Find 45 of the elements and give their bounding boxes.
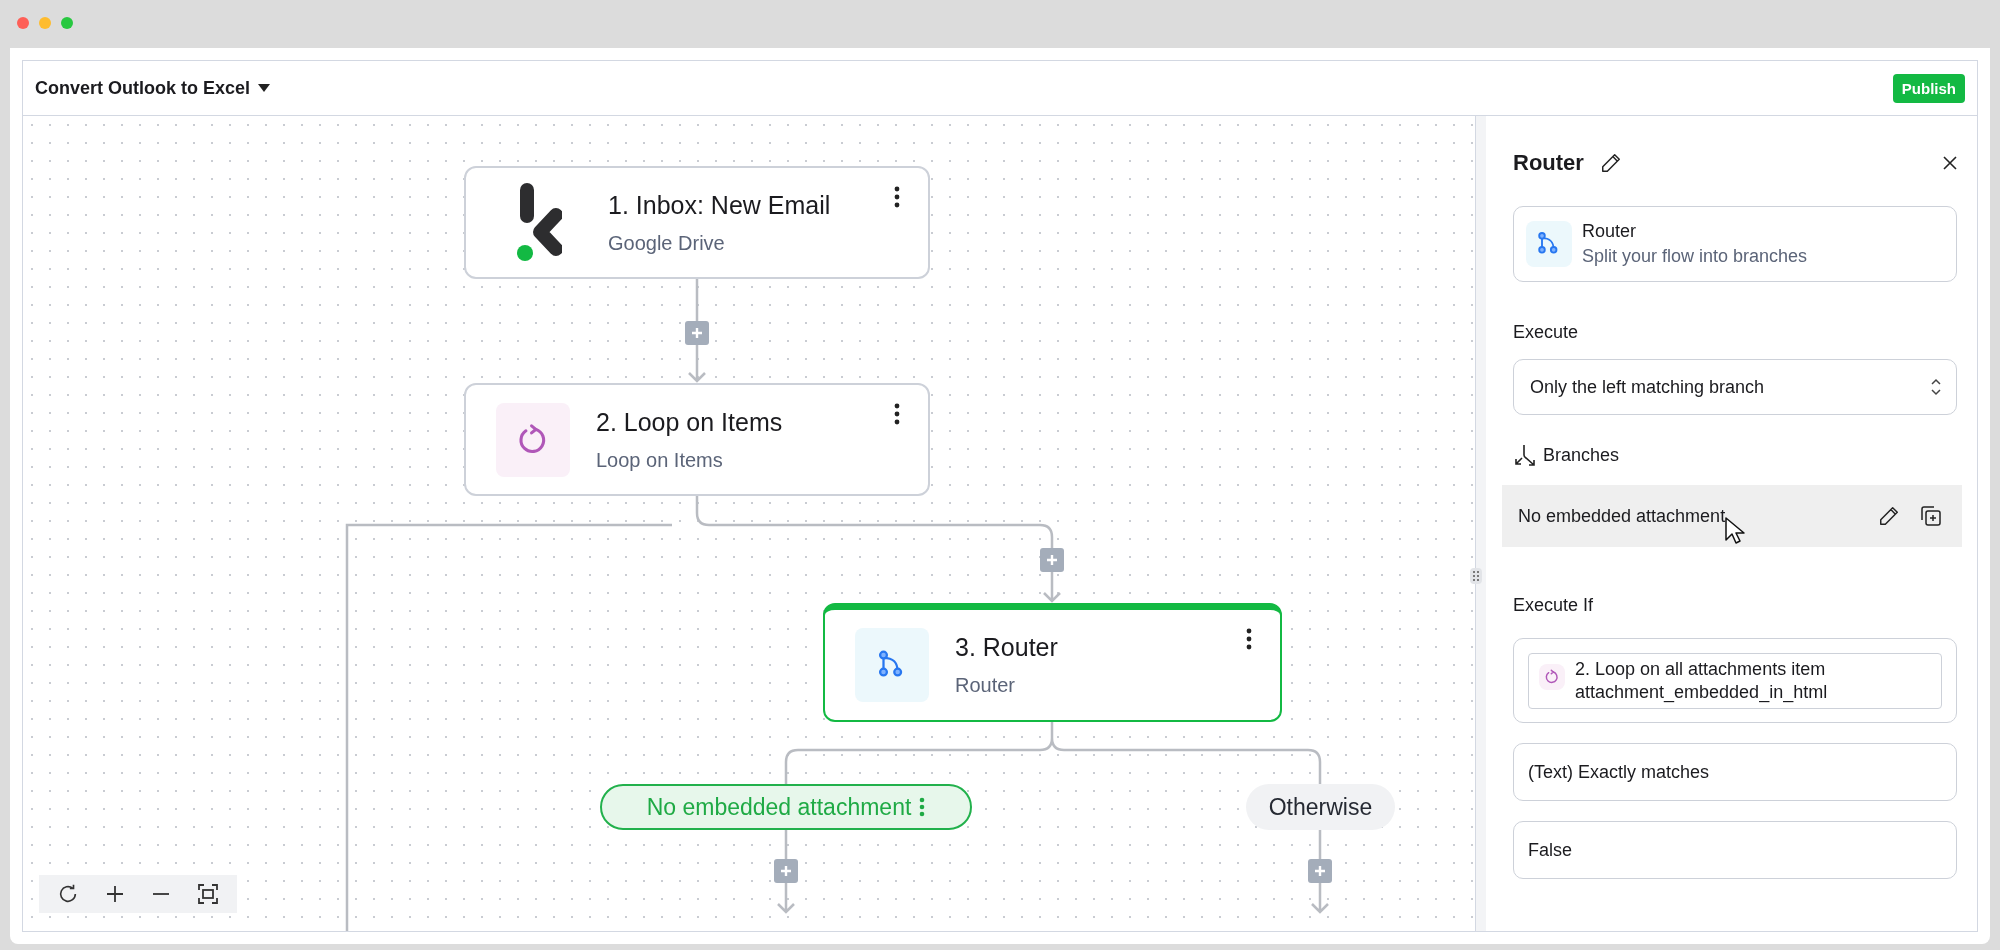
plus-icon (1046, 554, 1058, 566)
refresh-icon[interactable] (57, 883, 79, 905)
more-options-icon[interactable] (894, 186, 900, 208)
field-label: Execute If (1513, 595, 1595, 616)
chip-field: attachment_embedded_in_html (1575, 680, 1828, 704)
step-title: 3. Router (955, 633, 1059, 662)
card-title: Router (1582, 221, 1638, 242)
step-subtitle: Router (955, 674, 1017, 697)
mouse-pointer-icon (1724, 516, 1746, 546)
condition-field[interactable]: (Text) Exactly matches (1513, 743, 1957, 801)
plus-icon (691, 327, 703, 339)
card-description: Split your flow into branches (1582, 246, 1808, 267)
field-label: Execute (1513, 322, 1580, 343)
chip-step: 2. Loop on all attachments item (1575, 657, 1828, 681)
plus-icon (1314, 865, 1326, 877)
loop-icon (1544, 668, 1560, 685)
chevron-up-down-icon (1930, 377, 1942, 397)
duplicate-icon[interactable] (1918, 504, 1942, 528)
more-options-icon[interactable] (1246, 628, 1252, 650)
condition-field[interactable]: 2. Loop on all attachments item attachment_embedded_in_html (1513, 638, 1957, 723)
branch-row[interactable]: No embedded attachment (1502, 485, 1962, 547)
step-node[interactable]: 1. Inbox: New Email Google Drive (464, 166, 930, 279)
step-title: 2. Loop on Items (596, 407, 784, 437)
step-subtitle: Loop on Items (596, 448, 724, 472)
drag-handle-icon[interactable] (1470, 568, 1482, 584)
close-icon[interactable] (1943, 156, 1957, 170)
condition-field[interactable]: False (1513, 821, 1957, 879)
step-subtitle: Google Drive (608, 231, 726, 255)
caret-icon[interactable] (258, 84, 271, 92)
flow-title: Convert Outlook to Excel (35, 77, 251, 99)
branch-label[interactable]: Otherwise (1246, 784, 1395, 830)
split-arrows-icon (1513, 443, 1537, 467)
panel-title: Router (1513, 150, 1584, 176)
step-title: 1. Inbox: New Email (608, 190, 832, 220)
edit-icon[interactable] (1599, 152, 1622, 174)
section-label: Branches (1543, 444, 1620, 466)
edit-icon[interactable] (1878, 505, 1900, 527)
fit-view-icon[interactable] (197, 883, 219, 905)
zoom-in-icon[interactable] (105, 884, 125, 904)
more-options-icon[interactable] (894, 403, 900, 425)
step-node[interactable]: 2. Loop on Items Loop on Items (464, 383, 930, 496)
execute-select[interactable]: Only the left matching branch (1513, 359, 1957, 415)
step-node[interactable]: 3. Router Router (823, 603, 1282, 722)
plus-icon (780, 865, 792, 877)
app-logo-icon (516, 182, 562, 263)
